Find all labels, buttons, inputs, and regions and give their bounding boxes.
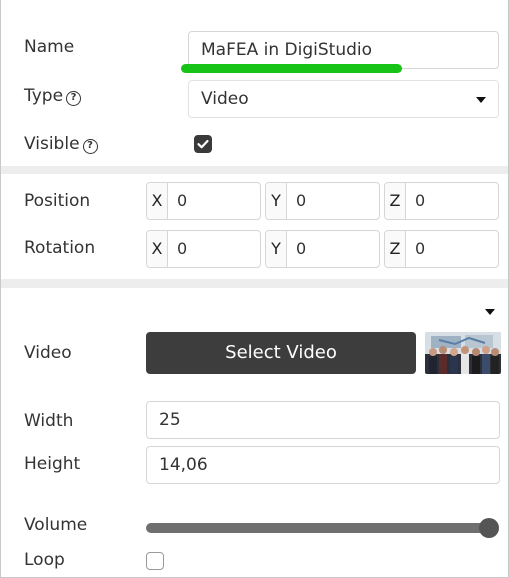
- volume-label: Volume: [24, 515, 88, 535]
- position-x-field[interactable]: X 0: [146, 182, 261, 220]
- position-label: Position: [24, 191, 91, 211]
- visible-checkbox[interactable]: [194, 135, 212, 153]
- z-axis-label: Z: [385, 231, 406, 267]
- select-video-button[interactable]: Select Video: [146, 332, 416, 374]
- width-label: Width: [24, 411, 74, 431]
- section-separator: [1, 166, 508, 174]
- name-value: MaFEA in DigiStudio: [201, 40, 373, 60]
- y-axis-label: Y: [266, 183, 287, 219]
- help-icon[interactable]: ?: [82, 139, 98, 154]
- type-select-value: Video: [201, 89, 249, 109]
- video-thumbnail[interactable]: [425, 332, 501, 374]
- rotation-y-field[interactable]: Y 0: [265, 230, 380, 268]
- position-z-value: 0: [415, 191, 426, 210]
- rotation-y-value: 0: [296, 239, 307, 258]
- loop-checkbox[interactable]: [146, 552, 164, 570]
- video-label: Video: [24, 343, 72, 363]
- width-value: 25: [159, 410, 181, 430]
- position-z-field[interactable]: Z 0: [384, 182, 499, 220]
- position-y-field[interactable]: Y 0: [265, 182, 380, 220]
- rotation-z-value: 0: [415, 239, 426, 258]
- transform-section: Position X 0 Y 0 Z 0 Rotation X 0 Y 0 Z …: [1, 174, 508, 279]
- collapse-caret-icon[interactable]: [485, 309, 495, 315]
- checkmark-icon: [197, 139, 209, 149]
- video-section: Video Select Video Width 25 Height 14,06…: [1, 288, 508, 577]
- visible-label: Visible?: [24, 134, 98, 154]
- type-label-text: Type: [24, 86, 64, 106]
- rotation-x-field[interactable]: X 0: [146, 230, 261, 268]
- visible-label-text: Visible: [24, 134, 80, 154]
- width-input[interactable]: 25: [146, 401, 500, 439]
- x-axis-label: X: [147, 183, 168, 219]
- rotation-label: Rotation: [24, 238, 96, 258]
- y-axis-label: Y: [266, 231, 287, 267]
- help-icon[interactable]: ?: [66, 91, 82, 106]
- name-label: Name: [24, 37, 75, 57]
- volume-slider[interactable]: [146, 518, 499, 538]
- x-axis-label: X: [147, 231, 168, 267]
- z-axis-label: Z: [385, 183, 406, 219]
- volume-slider-thumb[interactable]: [479, 518, 499, 538]
- height-input[interactable]: 14,06: [146, 446, 500, 484]
- section-separator: [1, 279, 508, 288]
- highlight-underline: [181, 64, 402, 73]
- height-label: Height: [24, 454, 81, 474]
- properties-panel: Name MaFEA in DigiStudio Type? Video Vis…: [0, 0, 509, 578]
- dropdown-caret-icon: [476, 97, 486, 103]
- loop-label: Loop: [24, 550, 65, 570]
- rotation-z-field[interactable]: Z 0: [384, 230, 499, 268]
- select-video-button-label: Select Video: [225, 342, 337, 363]
- general-section: Name MaFEA in DigiStudio Type? Video Vis…: [1, 0, 508, 166]
- type-select[interactable]: Video: [188, 80, 499, 118]
- rotation-x-value: 0: [177, 239, 188, 258]
- height-value: 14,06: [159, 455, 208, 475]
- position-x-value: 0: [177, 191, 188, 210]
- position-y-value: 0: [296, 191, 307, 210]
- type-label: Type?: [24, 86, 82, 106]
